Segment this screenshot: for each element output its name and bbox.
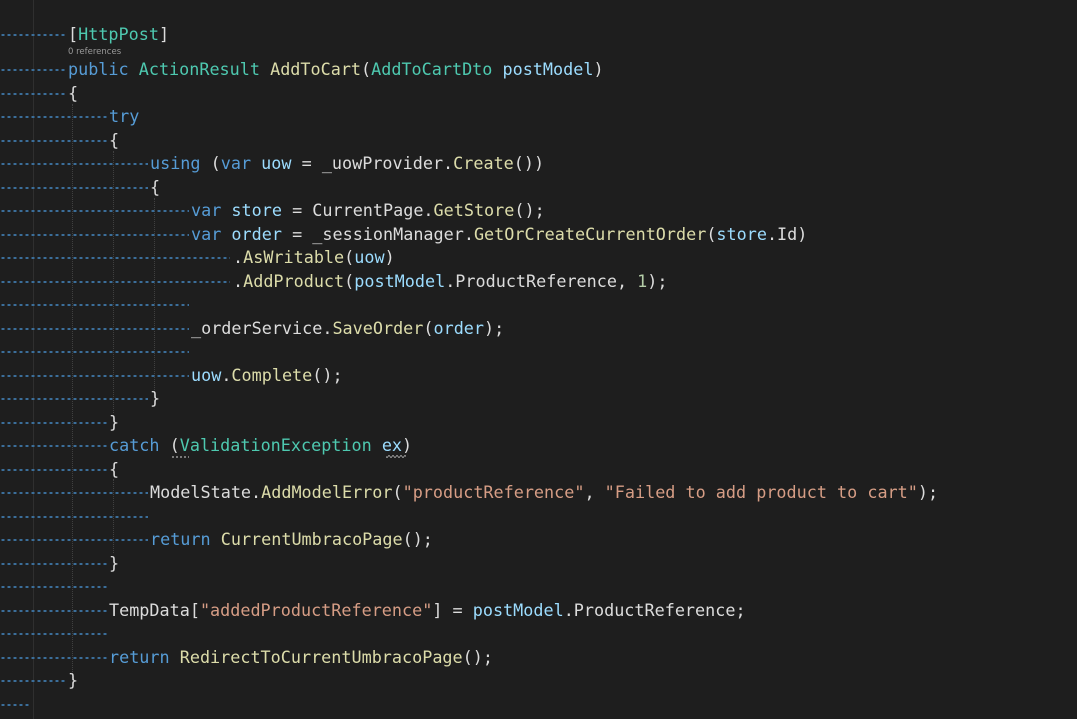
line-text: [HttpPost] (68, 24, 170, 44)
code-line[interactable]: } (0, 387, 160, 410)
whitespace-dots (0, 422, 107, 424)
code-line[interactable]: try (0, 105, 139, 128)
code-line[interactable]: var order = _sessionManager.GetOrCreateC… (0, 223, 807, 246)
line-text: return RedirectToCurrentUmbracoPage(); (109, 647, 493, 667)
line-text: } (109, 553, 120, 573)
code-line[interactable]: using (var uow = _uowProvider.Create()) (0, 152, 544, 175)
whitespace-dots (0, 704, 30, 706)
whitespace-dots (0, 281, 230, 283)
whitespace-dots (0, 375, 189, 377)
code-line[interactable]: { (0, 176, 160, 199)
code-line[interactable]: ModelState.AddModelError("productReferen… (0, 481, 938, 504)
whitespace-dots (0, 34, 66, 36)
line-text: .AddProduct(postModel.ProductReference, … (233, 271, 668, 291)
whitespace-dots (0, 163, 148, 165)
line-text: } (150, 388, 161, 408)
line-text: var store = CurrentPage.GetStore(); (191, 200, 545, 220)
line-text: uow.Complete(); (191, 365, 343, 385)
whitespace-dots (0, 140, 107, 142)
code-line[interactable]: } (0, 552, 119, 575)
indent-guide (154, 198, 155, 392)
code-line[interactable] (0, 340, 189, 363)
info-squiggle[interactable] (171, 456, 189, 458)
code-line[interactable]: return CurrentUmbracoPage(); (0, 528, 433, 551)
whitespace-dots (0, 187, 148, 189)
line-text: _orderService.SaveOrder(order); (191, 318, 505, 338)
code-editor[interactable]: 0 references [HttpPost] public ActionRes… (0, 0, 1077, 719)
whitespace-dots (0, 328, 189, 330)
whitespace-dots (0, 445, 107, 447)
code-line[interactable] (0, 575, 107, 598)
line-text: } (68, 670, 79, 690)
line-text: var order = _sessionManager.GetOrCreateC… (191, 224, 808, 244)
code-line[interactable]: return RedirectToCurrentUmbracoPage(); (0, 646, 493, 669)
warning-squiggle[interactable] (386, 455, 406, 458)
code-line[interactable]: _orderService.SaveOrder(order); (0, 317, 504, 340)
line-text: TempData["addedProductReference"] = post… (109, 600, 746, 620)
code-line[interactable]: } (0, 411, 119, 434)
indent-guide (72, 104, 73, 680)
code-line[interactable]: { (0, 129, 119, 152)
code-line[interactable]: uow.Complete(); (0, 364, 343, 387)
code-line[interactable]: public ActionResult AddToCart(AddToCartD… (0, 58, 604, 81)
whitespace-dots (0, 116, 107, 118)
line-text: catch (ValidationException ex) (109, 435, 413, 455)
whitespace-dots (0, 680, 66, 682)
code-line[interactable]: var store = CurrentPage.GetStore(); (0, 199, 545, 222)
line-text: using (var uow = _uowProvider.Create()) (150, 153, 545, 173)
line-text: { (68, 83, 79, 103)
code-line[interactable]: catch (ValidationException ex) (0, 434, 412, 458)
whitespace-dots (0, 610, 107, 612)
code-line[interactable]: [HttpPost] (0, 23, 169, 46)
whitespace-dots (0, 633, 107, 635)
whitespace-dots (0, 351, 189, 353)
whitespace-dots (0, 539, 148, 541)
code-line[interactable]: { (0, 82, 78, 105)
code-line[interactable]: .AsWritable(uow) (0, 246, 395, 269)
whitespace-dots (0, 586, 107, 588)
line-text: .AsWritable(uow) (233, 247, 395, 267)
line-text: return CurrentUmbracoPage(); (150, 529, 433, 549)
code-line[interactable]: } (0, 669, 78, 692)
line-text: } (109, 412, 120, 432)
code-line[interactable]: .AddProduct(postModel.ProductReference, … (0, 270, 668, 293)
line-text: { (150, 177, 161, 197)
whitespace-dots (0, 304, 189, 306)
whitespace-dots (0, 93, 66, 95)
line-text: ModelState.AddModelError("productReferen… (150, 482, 939, 502)
whitespace-dots (0, 234, 189, 236)
line-text: public ActionResult AddToCart(AddToCartD… (68, 59, 604, 79)
whitespace-dots (0, 69, 66, 71)
line-text: { (109, 459, 120, 479)
whitespace-dots (0, 563, 107, 565)
whitespace-dots (0, 398, 148, 400)
code-line[interactable]: TempData["addedProductReference"] = post… (0, 599, 746, 622)
code-line[interactable] (0, 622, 107, 645)
line-text: try (109, 106, 140, 126)
codelens-references[interactable]: 0 references (68, 46, 121, 58)
line-text: { (109, 130, 120, 150)
code-line[interactable] (0, 293, 189, 316)
whitespace-dots (0, 210, 189, 212)
whitespace-dots (0, 257, 230, 259)
code-line[interactable] (0, 693, 40, 716)
code-line[interactable] (0, 505, 148, 528)
whitespace-dots (0, 469, 107, 471)
whitespace-dots (0, 657, 107, 659)
code-line[interactable]: { (0, 458, 119, 481)
whitespace-dots (0, 492, 148, 494)
whitespace-dots (0, 516, 148, 518)
